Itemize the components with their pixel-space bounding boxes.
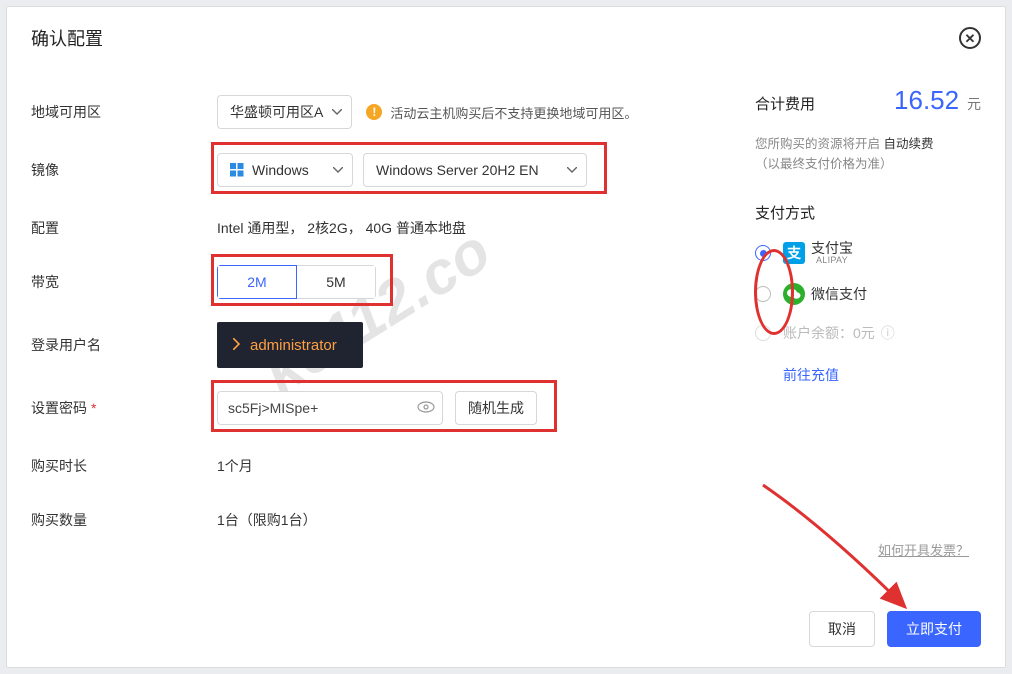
- bandwidth-option-2m[interactable]: 2M: [217, 265, 297, 299]
- label-login-user: 登录用户名: [31, 335, 217, 355]
- bandwidth-toggle: 2M 5M: [217, 265, 376, 299]
- windows-icon: [230, 163, 244, 177]
- payment-option-wechat[interactable]: 微信支付: [755, 283, 981, 305]
- balance-label: 账户余额：0元: [783, 323, 875, 343]
- modal-body: 地域可用区 华盛顿可用区A ! 活动云主机购买后不支持更换地域可用区。: [7, 63, 1005, 591]
- login-username-value: administrator: [250, 337, 337, 354]
- total-cost-unit: 元: [967, 96, 981, 112]
- label-bandwidth: 带宽: [31, 272, 217, 292]
- row-region: 地域可用区 华盛顿可用区A ! 活动云主机购买后不支持更换地域可用区。: [31, 85, 711, 139]
- required-star: *: [91, 400, 96, 416]
- label-config: 配置: [31, 218, 217, 238]
- auto-renew-note: 您所购买的资源将开启 自动续费 （以最终支付价格为准）: [755, 134, 981, 174]
- chevron-down-icon: [567, 167, 577, 173]
- os-select[interactable]: Windows: [217, 153, 353, 187]
- image-version-value: Windows Server 20H2 EN: [376, 162, 539, 178]
- cancel-button[interactable]: 取消: [809, 611, 875, 647]
- image-version-select[interactable]: Windows Server 20H2 EN: [363, 153, 587, 187]
- payment-option-balance: 账户余额：0元 ⓘ: [755, 323, 981, 343]
- os-select-value: Windows: [252, 162, 309, 178]
- config-value: Intel 通用型， 2核2G， 40G 普通本地盘: [217, 218, 466, 238]
- alipay-sublabel: ALIPAY: [816, 256, 848, 265]
- radio-alipay[interactable]: [755, 245, 771, 261]
- config-form: 地域可用区 华盛顿可用区A ! 活动云主机购买后不支持更换地域可用区。: [31, 85, 731, 591]
- alipay-icon: 支: [783, 242, 805, 264]
- password-input[interactable]: [217, 391, 443, 425]
- label-image: 镜像: [31, 160, 217, 180]
- label-region: 地域可用区: [31, 102, 217, 122]
- row-bandwidth: 带宽 2M 5M: [31, 255, 711, 309]
- row-login-user: 登录用户名 administrator: [31, 313, 711, 377]
- region-select[interactable]: 华盛顿可用区A: [217, 95, 352, 129]
- summary-panel: 合计费用 16.52 元 您所购买的资源将开启 自动续费 （以最终支付价格为准）…: [731, 85, 981, 591]
- radio-wechat[interactable]: [755, 286, 771, 302]
- row-quantity: 购买数量 1台（限购1台）: [31, 493, 711, 547]
- info-icon: ⓘ: [881, 323, 895, 343]
- region-hint: ! 活动云主机购买后不支持更换地域可用区。: [366, 103, 637, 122]
- row-config: 配置 Intel 通用型， 2核2G， 40G 普通本地盘: [31, 201, 711, 255]
- label-quantity: 购买数量: [31, 510, 217, 530]
- chevron-down-icon: [333, 167, 343, 173]
- modal-header: 确认配置 ✕: [7, 7, 1005, 63]
- quantity-value: 1台（限购1台）: [217, 510, 317, 530]
- label-password: 设置密码*: [31, 398, 217, 418]
- warning-icon: !: [366, 104, 382, 120]
- confirm-config-modal: ke112.co 确认配置 ✕ 地域可用区 华盛顿可用区A !: [6, 6, 1006, 668]
- modal-title: 确认配置: [31, 25, 103, 51]
- alipay-label: 支付宝: [811, 241, 853, 255]
- row-image: 镜像 Windows: [31, 143, 711, 197]
- eye-icon[interactable]: [417, 400, 435, 416]
- close-icon[interactable]: ✕: [959, 27, 981, 49]
- wechat-icon: [783, 283, 805, 305]
- modal-footer: 取消 立即支付: [7, 591, 1005, 667]
- region-hint-text: 活动云主机购买后不支持更换地域可用区。: [390, 103, 637, 122]
- total-cost-label: 合计费用: [755, 93, 815, 114]
- topup-link[interactable]: 前往充值: [783, 365, 981, 385]
- invoice-link[interactable]: 如何开具发票？: [878, 540, 969, 559]
- total-cost-row: 合计费用 16.52 元: [755, 85, 981, 116]
- total-cost-value: 16.52: [894, 85, 959, 115]
- label-duration: 购买时长: [31, 456, 217, 476]
- login-username-box: administrator: [217, 322, 363, 368]
- random-password-button[interactable]: 随机生成: [455, 391, 537, 425]
- wechat-label: 微信支付: [811, 284, 867, 304]
- region-select-value: 华盛顿可用区A: [230, 102, 323, 122]
- bandwidth-option-5m[interactable]: 5M: [296, 265, 376, 299]
- chevron-down-icon: [332, 109, 342, 115]
- pay-now-button[interactable]: 立即支付: [887, 611, 981, 647]
- payment-option-alipay[interactable]: 支 支付宝 ALIPAY: [755, 241, 981, 265]
- chevron-right-icon: [233, 337, 240, 354]
- duration-value: 1个月: [217, 456, 253, 476]
- payment-title: 支付方式: [755, 202, 981, 223]
- row-password: 设置密码* 随机生成: [31, 381, 711, 435]
- row-duration: 购买时长 1个月: [31, 439, 711, 493]
- radio-balance: [755, 325, 771, 341]
